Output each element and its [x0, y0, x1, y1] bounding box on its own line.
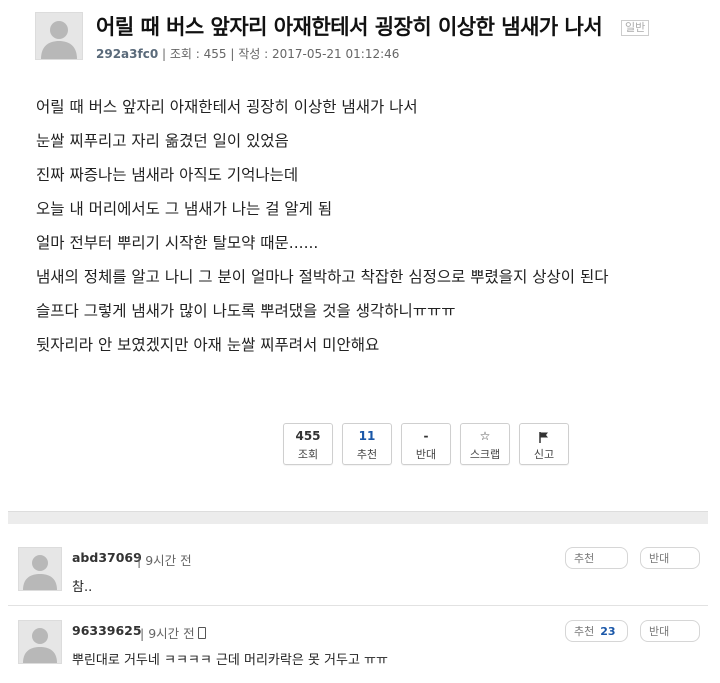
post-title: 어릴 때 버스 앞자리 아재한테서 굉장히 이상한 냄새가 나서: [96, 15, 603, 39]
post-body: 어릴 때 버스 앞자리 아재한테서 굉장히 이상한 냄새가 나서 눈쌀 찌푸리고…: [36, 96, 609, 368]
oppose-button[interactable]: - 반대: [401, 423, 451, 465]
views-label: 조회: [297, 448, 319, 461]
post-body-line: 뒷자리라 안 보였겠지만 아재 눈쌀 찌푸려서 미안해요: [36, 336, 380, 354]
star-icon: ☆: [479, 429, 491, 443]
comment-time-text: 9시간 전: [148, 626, 195, 641]
post-body-line: 눈쌀 찌푸리고 자리 옮겼던 일이 있었음: [36, 132, 289, 150]
post-body-line: 슬프다 그렇게 냄새가 많이 나도록 뿌려댔을 것을 생각하니ㅠㅠㅠ: [36, 302, 456, 320]
comment-item: abd37069 | 9시간 전 참.. 추천 반대: [0, 540, 720, 604]
comment-divider: [8, 605, 708, 606]
flag-icon: [520, 429, 568, 443]
comment-recommend-label: 추천: [574, 552, 595, 565]
meta-separator: |: [158, 47, 170, 61]
comment-oppose-button[interactable]: 반대: [640, 620, 700, 642]
oppose-count: -: [423, 429, 429, 443]
post-body-line: 진짜 짜증나는 냄새라 아직도 기억나는데: [36, 166, 299, 184]
comment-recommend-button[interactable]: 추천 23: [565, 620, 628, 642]
views-counter: 455 조회: [283, 423, 333, 465]
post-header: 어릴 때 버스 앞자리 아재한테서 굉장히 이상한 냄새가 나서 일반 292a…: [0, 0, 720, 78]
comment-oppose-button[interactable]: 반대: [640, 547, 700, 569]
post-body-line: 얼마 전부터 뿌리기 시작한 탈모약 때문......: [36, 234, 319, 252]
post-body-line: 오늘 내 머리에서도 그 냄새가 나는 걸 알게 됨: [36, 200, 333, 218]
comment-text: 참..: [72, 580, 93, 595]
comment-recommend-button[interactable]: 추천: [565, 547, 628, 569]
meta-separator: |: [226, 47, 239, 61]
recommend-count: 11: [358, 429, 376, 443]
recommend-label: 추천: [356, 448, 378, 461]
post-meta: 292a3fc0 | 조회 : 455 | 작성 : 2017-05-21 01…: [96, 45, 399, 62]
post-body-line: 냄새의 정체를 알고 나니 그 분이 얼마나 절박하고 착잡한 심정으로 뿌렸을…: [36, 268, 609, 286]
author-avatar[interactable]: [35, 12, 83, 60]
comment-author[interactable]: 96339625: [72, 623, 142, 638]
comment-recommend-label: 추천: [574, 625, 595, 638]
commenter-avatar[interactable]: [18, 547, 62, 591]
comment-recommend-count: 23: [600, 625, 616, 638]
mobile-phone-icon: [197, 627, 206, 639]
scrap-button[interactable]: ☆ 스크랩: [460, 423, 510, 465]
default-user-icon: [19, 548, 61, 590]
post-body-line: 어릴 때 버스 앞자리 아재한테서 굉장히 이상한 냄새가 나서: [36, 98, 418, 116]
report-button[interactable]: 신고: [519, 423, 569, 465]
section-divider: [8, 511, 708, 524]
default-user-icon: [19, 621, 61, 663]
recommend-button[interactable]: 11 추천: [342, 423, 392, 465]
scrap-label: 스크랩: [469, 448, 501, 461]
views-count: 455: [295, 429, 321, 443]
comment-time: | 9시간 전: [137, 553, 192, 568]
comment-author[interactable]: abd37069: [72, 550, 142, 565]
post-views: 조회 : 455: [169, 47, 227, 61]
comment-text: 뿌린대로 거두네 ㅋㅋㅋㅋ 근데 머리카락은 못 거두고 ㅠㅠ: [72, 653, 388, 668]
post-date: 작성 : 2017-05-21 01:12:46: [238, 47, 400, 61]
oppose-label: 반대: [415, 448, 437, 461]
comment-oppose-label: 반대: [649, 552, 670, 565]
comment-oppose-label: 반대: [649, 625, 670, 638]
comment-time: | 9시간 전: [140, 623, 206, 642]
default-user-icon: [36, 13, 82, 59]
report-label: 신고: [533, 448, 555, 461]
post-author[interactable]: 292a3fc0: [96, 47, 158, 61]
commenter-avatar[interactable]: [18, 620, 62, 664]
comment-time-text: 9시간 전: [145, 553, 192, 568]
comment-item: 96339625 | 9시간 전 뿌린대로 거두네 ㅋㅋㅋㅋ 근데 머리카락은 …: [0, 613, 720, 677]
category-badge: 일반: [621, 20, 650, 36]
post-actions: 455 조회 11 추천 - 반대 ☆ 스크랩 신고: [283, 423, 578, 465]
